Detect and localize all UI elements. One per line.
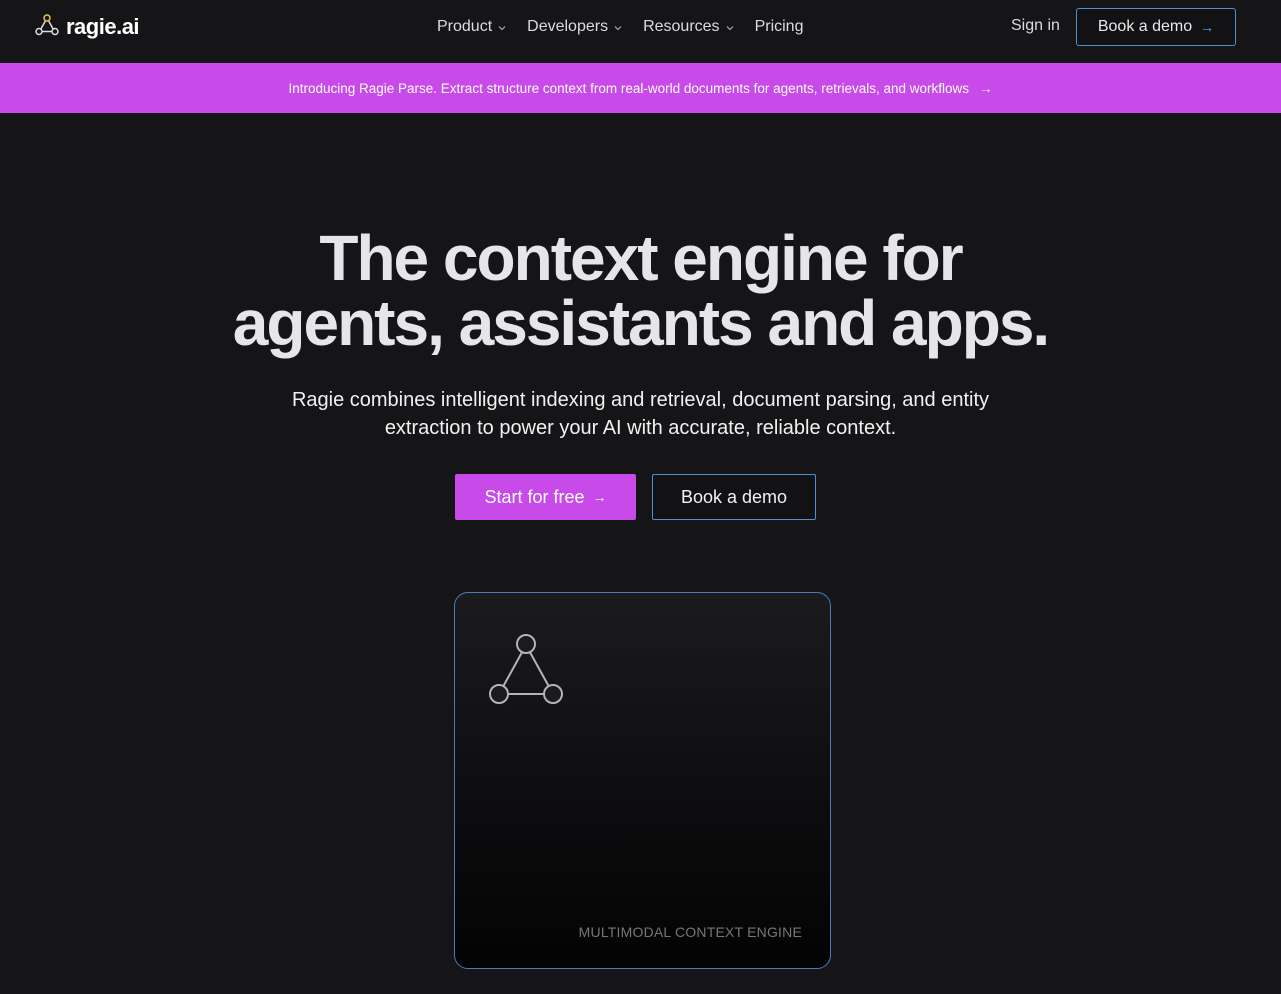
nav-pricing[interactable]: Pricing bbox=[755, 18, 804, 36]
arrow-right-icon: → bbox=[592, 489, 607, 505]
announcement-banner[interactable]: Introducing Ragie Parse. Extract structu… bbox=[0, 63, 1281, 113]
chevron-down-icon bbox=[614, 25, 622, 30]
nav-pricing-label: Pricing bbox=[754, 18, 804, 35]
book-demo-button-hero[interactable]: Book a demo bbox=[652, 474, 816, 520]
main-menu: Product Developers Resources Pricing bbox=[437, 17, 803, 37]
hero-subtitle: Ragie combines intelligent indexing and … bbox=[240, 386, 1041, 442]
context-engine-card: MULTIMODAL CONTEXT ENGINE bbox=[454, 592, 831, 969]
nav-product-label: Product bbox=[437, 18, 493, 35]
card-label: MULTIMODAL CONTEXT ENGINE bbox=[578, 924, 802, 940]
nav-developers-label: Developers bbox=[527, 18, 609, 35]
triangle-nodes-icon bbox=[35, 13, 59, 41]
nav-resources-label: Resources bbox=[643, 18, 720, 35]
arrow-right-icon: → bbox=[1200, 19, 1215, 35]
hero-title: The context engine for agents, assistant… bbox=[0, 226, 1281, 356]
start-for-free-button[interactable]: Start for free → bbox=[455, 474, 636, 520]
arrow-right-icon: → bbox=[979, 80, 993, 96]
nav-product[interactable]: Product bbox=[437, 18, 507, 36]
hero-subtitle-line-1: Ragie combines intelligent indexing and … bbox=[291, 389, 990, 411]
book-demo-hero-label: Book a demo bbox=[680, 486, 788, 507]
top-nav: ragie.ai Product Developers Resources Pr… bbox=[0, 0, 1281, 63]
book-demo-label: Book a demo bbox=[1097, 18, 1193, 35]
chevron-down-icon bbox=[498, 25, 506, 30]
hero-title-line-2: agents, assistants and apps. bbox=[232, 287, 1050, 359]
logo-text: ragie.ai bbox=[66, 14, 140, 39]
chevron-down-icon bbox=[726, 25, 733, 30]
nav-resources[interactable]: Resources bbox=[643, 18, 734, 36]
hero-subtitle-line-2: extraction to power your AI with accurat… bbox=[384, 417, 897, 439]
book-demo-button-nav[interactable]: Book a demo → bbox=[1076, 8, 1236, 46]
logo[interactable]: ragie.ai bbox=[35, 13, 140, 41]
nav-developers[interactable]: Developers bbox=[527, 18, 623, 36]
sign-in-link[interactable]: Sign in bbox=[1011, 17, 1060, 35]
triangle-nodes-icon bbox=[488, 633, 568, 714]
hero-title-line-1: The context engine for bbox=[319, 222, 963, 294]
banner-text: Introducing Ragie Parse. Extract structu… bbox=[288, 80, 970, 96]
start-for-free-label: Start for free bbox=[484, 486, 585, 507]
